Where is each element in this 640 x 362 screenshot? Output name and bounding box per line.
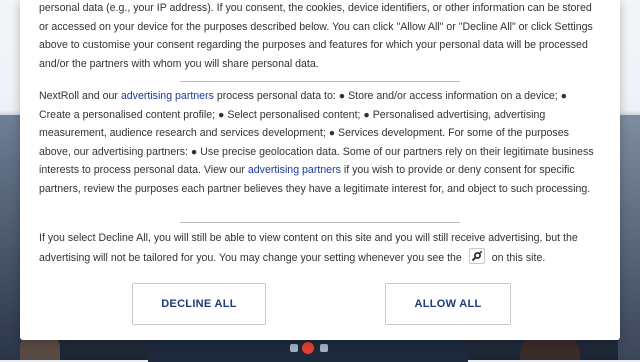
background-monitor-detail <box>290 344 298 352</box>
consent-dialog: personal data (e.g., your IP address). I… <box>20 0 620 340</box>
background-photo-right-edge <box>618 115 640 360</box>
decline-all-button[interactable]: DECLINE ALL <box>132 283 266 325</box>
advertising-partners-link[interactable]: advertising partners <box>121 90 214 102</box>
divider <box>180 222 460 223</box>
decline-note-part2: on this site. <box>488 251 546 264</box>
consent-processing-text: NextRoll and our advertising partners pr… <box>39 87 601 199</box>
background-red-dot <box>302 342 314 354</box>
background-photo-left-edge <box>0 115 22 360</box>
background-monitor-detail <box>320 344 328 352</box>
processing-text-part1: NextRoll and our <box>39 90 121 102</box>
divider <box>180 81 460 82</box>
decline-note-text: If you select Decline All, you will stil… <box>39 229 601 267</box>
advertising-partners-link-2[interactable]: advertising partners <box>248 164 341 176</box>
allow-all-button[interactable]: ALLOW ALL <box>385 283 511 325</box>
settings-toggle-icon <box>468 247 485 264</box>
consent-intro-text: personal data (e.g., your IP address). I… <box>39 2 593 70</box>
